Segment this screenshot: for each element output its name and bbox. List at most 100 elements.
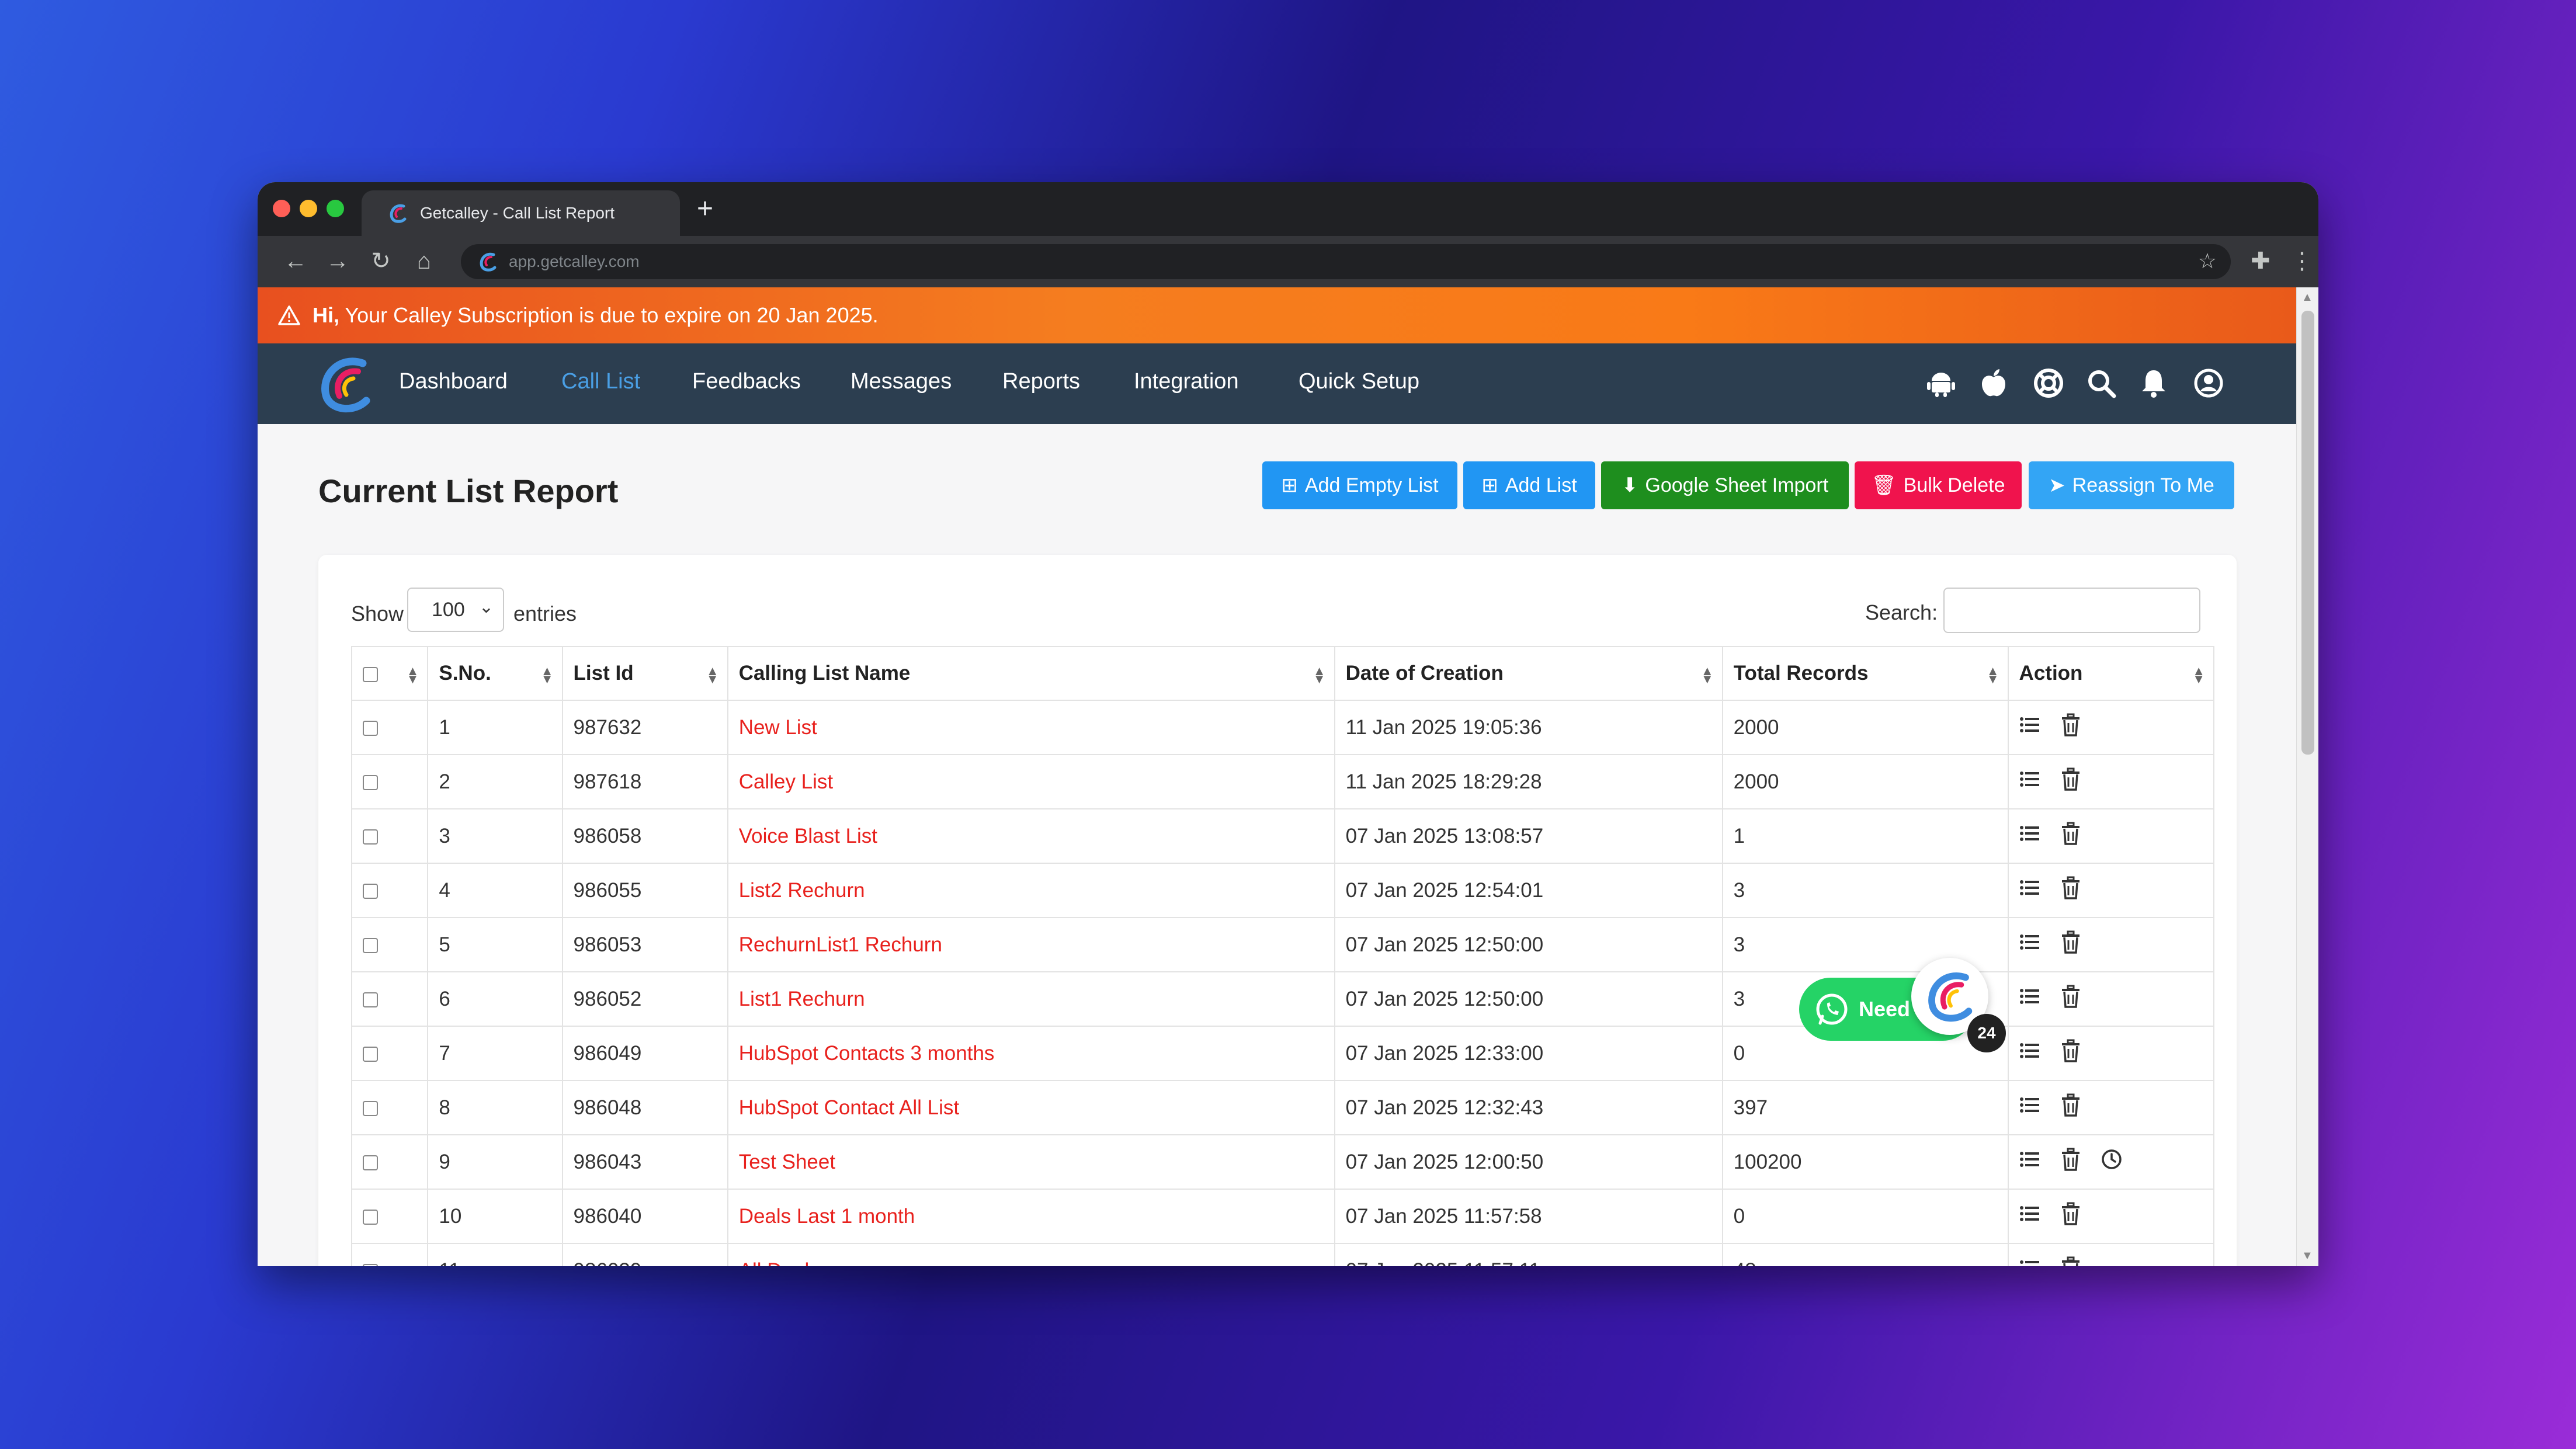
new-tab-button[interactable]: + <box>697 190 713 228</box>
table-row: 1 987632 New List 11 Jan 2025 19:05:36 2000 <box>350 700 2215 755</box>
row-checkbox[interactable] <box>363 829 378 845</box>
row-checkbox[interactable] <box>363 1210 378 1225</box>
cell-list-name-link[interactable]: New List <box>727 700 1335 755</box>
minimize-window-button[interactable] <box>300 200 317 217</box>
list-icon[interactable] <box>2019 985 2040 1008</box>
user-icon[interactable] <box>2192 367 2225 399</box>
page-scrollbar[interactable]: ▲ ▼ <box>2296 287 2318 1266</box>
trash-icon[interactable] <box>2060 822 2081 845</box>
android-icon[interactable] <box>1925 367 1957 399</box>
cell-sno: 11 <box>427 1243 563 1266</box>
cell-list-name-link[interactable]: List1 Rechurn <box>727 971 1335 1027</box>
trash-icon[interactable] <box>2060 767 2081 791</box>
cell-list-name-link[interactable]: Test Sheet <box>727 1134 1335 1190</box>
bookmark-star-icon[interactable]: ☆ <box>2198 249 2217 273</box>
close-window-button[interactable] <box>273 200 290 217</box>
forward-icon[interactable]: → <box>323 246 352 276</box>
reload-icon[interactable]: ↻ <box>366 246 395 276</box>
add-list-button[interactable]: ⊞ Add List <box>1463 461 1595 509</box>
row-checkbox[interactable] <box>363 884 378 899</box>
nav-quick-setup[interactable]: Quick Setup <box>1299 369 1419 394</box>
header-calling-list-name[interactable]: Calling List Name ▲ ▼ <box>727 646 1335 701</box>
trash-icon[interactable] <box>2060 1202 2081 1225</box>
header-total-records[interactable]: Total Records ▲ ▼ <box>1721 646 2009 701</box>
nav-call-list[interactable]: Call List <box>561 369 640 394</box>
home-icon[interactable]: ⌂ <box>409 246 439 276</box>
add-empty-list-button[interactable]: ⊞ Add Empty List <box>1262 461 1457 509</box>
header-sno[interactable]: S.No. ▲ ▼ <box>427 646 563 701</box>
apple-icon[interactable] <box>1977 367 2010 399</box>
cell-list-name-link[interactable]: HubSpot Contacts 3 months <box>727 1026 1335 1081</box>
cell-sno: 2 <box>427 754 563 809</box>
row-checkbox[interactable] <box>363 721 378 736</box>
row-checkbox[interactable] <box>363 1047 378 1062</box>
trash-icon[interactable] <box>2060 1039 2081 1062</box>
browser-tab[interactable]: Getcalley - Call List Report <box>362 190 680 236</box>
trash-icon[interactable] <box>2060 1148 2081 1171</box>
scroll-up-icon[interactable]: ▲ <box>2301 291 2313 304</box>
support-icon[interactable] <box>2032 367 2065 399</box>
entries-select[interactable]: 100 ⌄ <box>407 588 504 632</box>
list-icon[interactable] <box>2019 713 2040 736</box>
address-bar[interactable]: app.getcalley.com ☆ <box>461 244 2231 279</box>
trash-icon[interactable] <box>2060 1256 2081 1266</box>
list-icon[interactable] <box>2019 876 2040 899</box>
cell-date: 11 Jan 2025 18:29:28 <box>1334 754 1723 809</box>
list-icon[interactable] <box>2019 1093 2040 1117</box>
row-checkbox[interactable] <box>363 1101 378 1117</box>
calley-logo[interactable] <box>316 355 374 413</box>
table-row: 2 987618 Calley List 11 Jan 2025 18:29:28 20… <box>350 754 2215 809</box>
trash-icon[interactable] <box>2060 876 2081 899</box>
search-icon[interactable] <box>2085 367 2117 399</box>
paper-plane-icon: ➤ <box>2049 474 2065 496</box>
google-sheet-import-button[interactable]: ⬇ Google Sheet Import <box>1601 461 1849 509</box>
trash-icon[interactable] <box>2060 1093 2081 1117</box>
select-all-checkbox[interactable] <box>363 666 378 682</box>
list-icon[interactable] <box>2019 1256 2040 1266</box>
scroll-down-icon[interactable]: ▼ <box>2301 1249 2313 1263</box>
cell-list-name-link[interactable]: RechurnList1 Rechurn <box>727 917 1335 972</box>
trash-icon[interactable] <box>2060 985 2081 1008</box>
nav-dashboard[interactable]: Dashboard <box>399 369 508 394</box>
browser-window: Getcalley - Call List Report + ← → ↻ ⌂ a… <box>258 182 2318 1266</box>
search-input[interactable] <box>1943 588 2200 633</box>
header-action[interactable]: Action ▲ ▼ <box>2007 646 2215 701</box>
nav-reports[interactable]: Reports <box>1002 369 1080 394</box>
cell-list-name-link[interactable]: All Deals <box>727 1243 1335 1266</box>
row-checkbox[interactable] <box>363 938 378 954</box>
reassign-to-me-button[interactable]: ➤ Reassign To Me <box>2029 461 2234 509</box>
trash-icon[interactable] <box>2060 930 2081 954</box>
trash-icon[interactable] <box>2060 713 2081 736</box>
back-icon[interactable]: ← <box>281 246 310 276</box>
list-icon[interactable] <box>2019 1148 2040 1171</box>
table-row: 10 986040 Deals Last 1 month 07 Jan 2025 11… <box>350 1189 2215 1244</box>
nav-messages[interactable]: Messages <box>850 369 952 394</box>
extensions-icon[interactable]: ✚ <box>2251 246 2271 276</box>
nav-feedbacks[interactable]: Feedbacks <box>692 369 801 394</box>
bell-icon[interactable] <box>2137 367 2170 399</box>
list-icon[interactable] <box>2019 822 2040 845</box>
clock-icon[interactable] <box>2101 1148 2122 1171</box>
header-list-id[interactable]: List Id ▲ ▼ <box>561 646 728 701</box>
maximize-window-button[interactable] <box>327 200 344 217</box>
nav-integration[interactable]: Integration <box>1134 369 1239 394</box>
header-date-of-creation[interactable]: Date of Creation ▲ ▼ <box>1334 646 1723 701</box>
list-icon[interactable] <box>2019 930 2040 954</box>
list-icon[interactable] <box>2019 1202 2040 1225</box>
row-checkbox[interactable] <box>363 1264 378 1266</box>
cell-list-name-link[interactable]: List2 Rechurn <box>727 863 1335 918</box>
scroll-thumb[interactable] <box>2301 311 2314 755</box>
bulk-delete-button[interactable]: 🗑 Bulk Delete <box>1855 461 2022 509</box>
row-checkbox[interactable] <box>363 775 378 791</box>
cell-list-name-link[interactable]: Voice Blast List <box>727 808 1335 864</box>
cell-list-name-link[interactable]: Deals Last 1 month <box>727 1189 1335 1244</box>
row-checkbox[interactable] <box>363 992 378 1008</box>
list-icon[interactable] <box>2019 1039 2040 1062</box>
cell-list-name-link[interactable]: Calley List <box>727 754 1335 809</box>
browser-menu-icon[interactable]: ⋮ <box>2290 246 2314 276</box>
subscription-banner: Hi, Your Calley Subscription is due to e… <box>258 287 2296 343</box>
cell-list-name-link[interactable]: HubSpot Contact All List <box>727 1080 1335 1135</box>
sort-icon[interactable]: ▲ ▼ <box>407 665 419 686</box>
list-icon[interactable] <box>2019 767 2040 791</box>
row-checkbox[interactable] <box>363 1155 378 1171</box>
